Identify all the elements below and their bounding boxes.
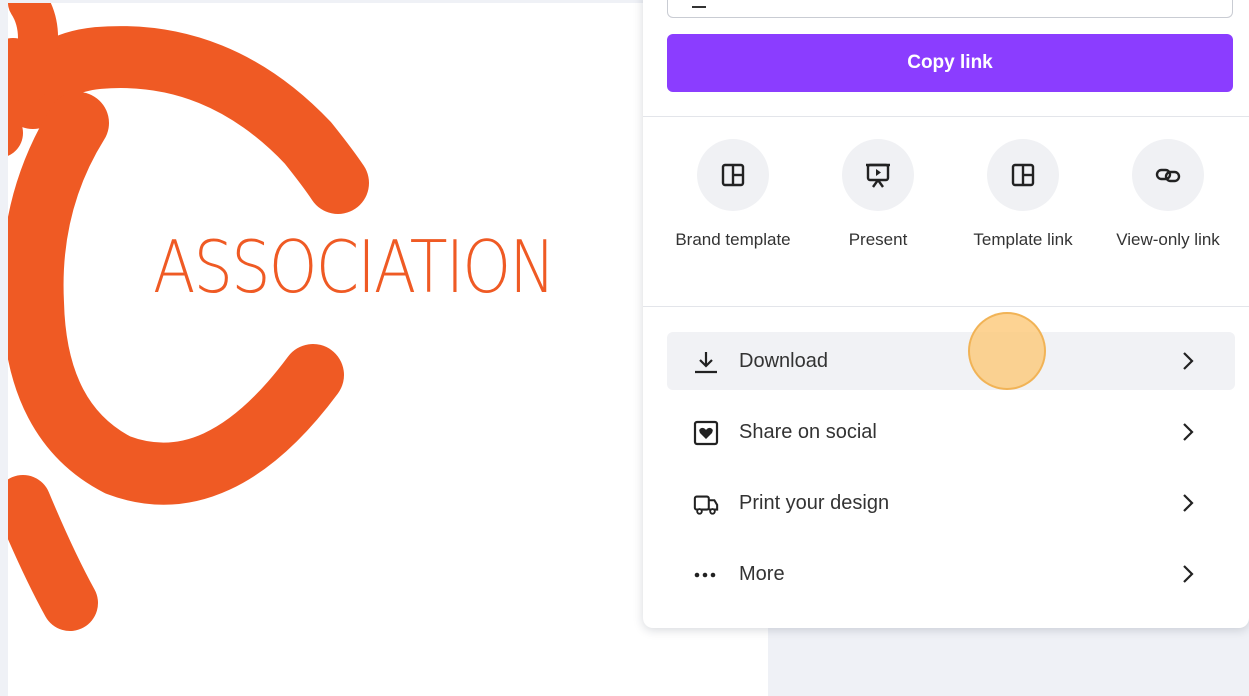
action-label: More [739,563,785,585]
template-link-icon [1011,163,1035,187]
copy-link-button[interactable]: Copy link [667,34,1233,92]
action-more[interactable]: More [667,545,1235,603]
share-panel: Copy link Brand template Present Templat… [643,0,1249,628]
share-social-icon [693,420,719,446]
more-dots-icon [694,572,716,578]
action-download[interactable]: Download [667,332,1235,390]
action-label: Share on social [739,421,877,443]
link-input-icon [692,6,706,8]
brand-template-icon [721,163,745,187]
action-label: Print your design [739,492,890,514]
present-icon [866,163,890,188]
view-only-link-icon [1155,168,1181,183]
action-label: Download [739,350,828,372]
option-label: View-only link [1116,230,1220,249]
chevron-right-icon [1183,352,1194,370]
divider [643,306,1249,307]
association-text: ASSOCIATION [153,225,556,309]
option-label: Brand template [675,230,791,249]
click-highlight-indicator [968,312,1046,390]
chevron-right-icon [1183,494,1194,512]
option-view-only-link[interactable]: View-only link [1098,139,1238,255]
share-link-input[interactable] [667,0,1233,18]
option-label: Template link [973,230,1073,249]
option-label: Present [848,230,908,249]
download-icon [695,352,717,374]
action-share-on-social[interactable]: Share on social [667,403,1235,461]
option-present[interactable]: Present [808,139,948,255]
chevron-right-icon [1183,565,1194,583]
action-print-your-design[interactable]: Print your design [667,474,1235,532]
option-brand-template[interactable]: Brand template [663,139,803,255]
divider [643,116,1249,117]
chevron-right-icon [1183,423,1194,441]
print-truck-icon [693,495,719,515]
option-template-link[interactable]: Template link [953,139,1093,255]
